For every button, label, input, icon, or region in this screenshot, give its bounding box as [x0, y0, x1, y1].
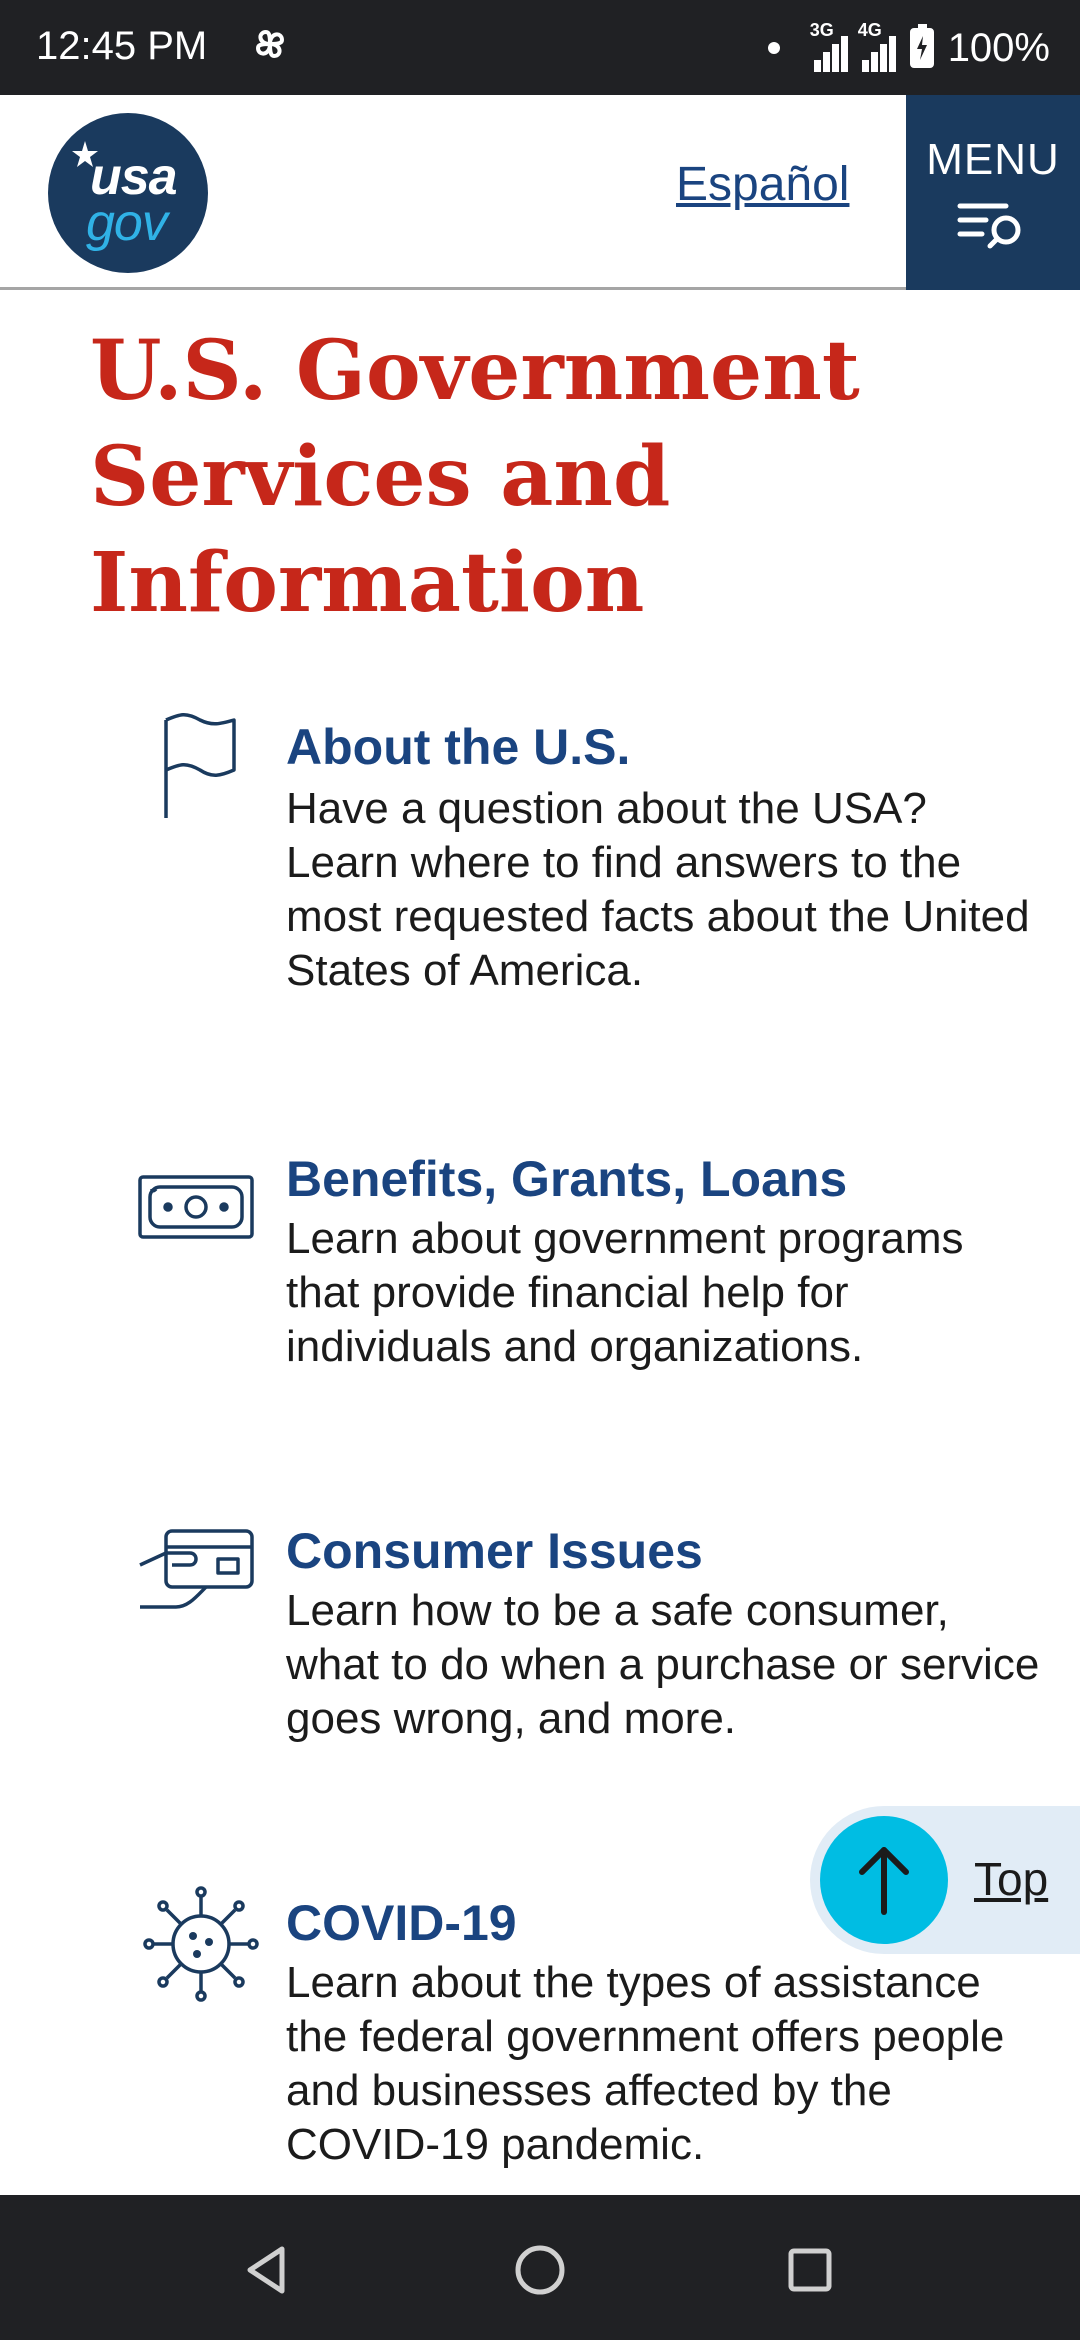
usagov-logo[interactable]: usa gov: [48, 113, 208, 273]
battery-icon: [909, 24, 934, 68]
home-icon[interactable]: [505, 2235, 575, 2305]
item-description: Learn how to be a safe consumer, what to…: [286, 1586, 1040, 1743]
back-to-top-label[interactable]: Top: [974, 1852, 1048, 1906]
money-icon: [138, 1175, 254, 1239]
page-title: U.S. Government Services and Information: [90, 323, 860, 631]
navigation-bar: [0, 2195, 1080, 2340]
item-title[interactable]: COVID-19: [286, 1894, 517, 1952]
item-title[interactable]: Consumer Issues: [286, 1522, 703, 1580]
back-to-top-button[interactable]: Top: [810, 1806, 1080, 1954]
item-description: Have a question about the USA? Learn whe…: [286, 784, 1030, 995]
site-header: usa gov Español MENU: [0, 95, 1080, 290]
flag-icon: [164, 713, 236, 818]
up-arrow-circle: [820, 1816, 948, 1944]
signal-3g-icon: 3G: [810, 20, 848, 72]
arrow-up-icon: [859, 1847, 909, 1915]
back-icon[interactable]: [232, 2235, 302, 2305]
virus-icon: [143, 1886, 259, 2002]
network-type-label: 4G: [857, 20, 882, 40]
signal-4g-icon: 4G: [858, 20, 896, 72]
espanol-link[interactable]: Español: [676, 157, 849, 212]
item-description: Learn about the types of assistance the …: [286, 1958, 1005, 2169]
item-title[interactable]: About the U.S.: [286, 718, 630, 776]
menu-label: MENU: [926, 135, 1060, 184]
menu-search-icon: [957, 203, 1021, 249]
recents-icon[interactable]: [775, 2235, 845, 2305]
status-bar: 12:45 PM 3G 4G 100%: [0, 0, 1080, 95]
status-icons: 3G 4G 100%: [767, 18, 1050, 78]
item-description: Learn about government programs that pro…: [286, 1214, 964, 1371]
notification-dot-icon: [767, 42, 780, 54]
credit-card-hand-icon: [139, 1529, 254, 1609]
status-time: 12:45 PM: [36, 24, 208, 68]
pinwheel-icon: [255, 29, 285, 59]
battery-percent: 100%: [947, 25, 1050, 70]
network-type-label: 3G: [809, 20, 834, 40]
menu-button[interactable]: MENU: [906, 95, 1080, 290]
item-title[interactable]: Benefits, Grants, Loans: [286, 1150, 847, 1208]
logo-text-gov: gov: [86, 194, 168, 252]
